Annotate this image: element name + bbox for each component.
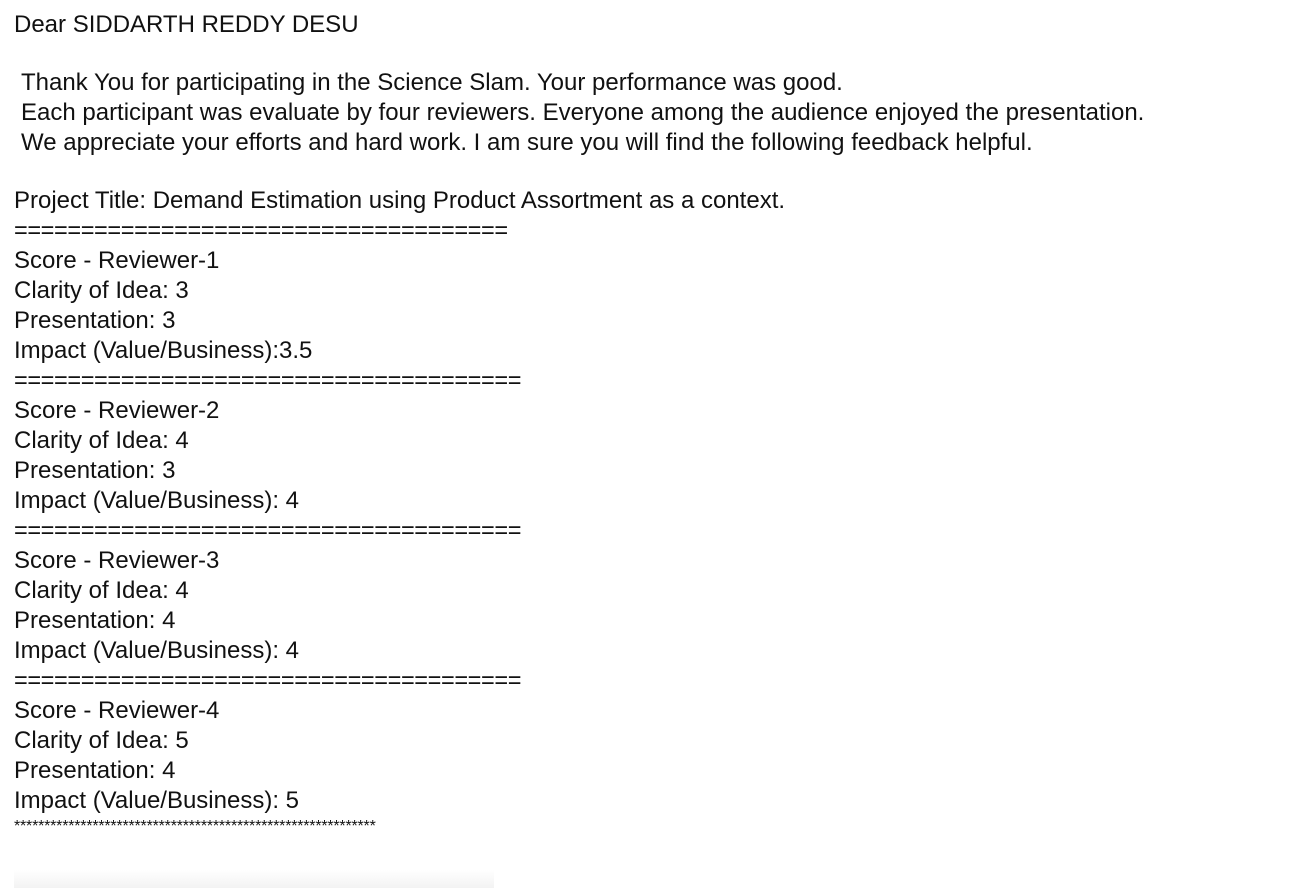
intro-line: Each participant was evaluate by four re…: [21, 99, 1145, 126]
impact-score: Impact (Value/Business):3.5: [14, 337, 313, 364]
impact-score: Impact (Value/Business): 5: [14, 787, 300, 814]
review-block: Score - Reviewer-3 Clarity of Idea: 4 Pr…: [14, 546, 1284, 666]
review-heading: Score - Reviewer-3: [14, 547, 220, 574]
review-heading: Score - Reviewer-4: [14, 697, 220, 724]
review-heading: Score - Reviewer-2: [14, 397, 220, 424]
clarity-score: Clarity of Idea: 3: [14, 277, 189, 304]
project-title: Project Title: Demand Estimation using P…: [14, 187, 786, 214]
review-block: Score - Reviewer-2 Clarity of Idea: 4 Pr…: [14, 396, 1284, 516]
greeting: Dear SIDDARTH REDDY DESU: [14, 11, 359, 38]
presentation-score: Presentation: 4: [14, 757, 176, 784]
intro-paragraph: Thank You for participating in the Scien…: [14, 68, 1284, 158]
intro-line: Thank You for participating in the Scien…: [21, 69, 843, 96]
impact-score: Impact (Value/Business): 4: [14, 637, 300, 664]
review-heading: Score - Reviewer-1: [14, 247, 220, 274]
separator: =====================================: [14, 217, 508, 244]
separator: ======================================: [14, 667, 522, 694]
review-block: Score - Reviewer-1 Clarity of Idea: 3 Pr…: [14, 246, 1284, 366]
separator: ======================================: [14, 367, 522, 394]
clarity-score: Clarity of Idea: 4: [14, 427, 189, 454]
star-separator: ****************************************…: [14, 818, 376, 835]
review-block: Score - Reviewer-4 Clarity of Idea: 5 Pr…: [14, 696, 1284, 816]
intro-line: We appreciate your efforts and hard work…: [21, 129, 1033, 156]
clarity-score: Clarity of Idea: 5: [14, 727, 189, 754]
clarity-score: Clarity of Idea: 4: [14, 577, 189, 604]
separator: ======================================: [14, 517, 522, 544]
presentation-score: Presentation: 4: [14, 607, 176, 634]
faded-footer-strip: [14, 870, 494, 888]
impact-score: Impact (Value/Business): 4: [14, 487, 300, 514]
presentation-score: Presentation: 3: [14, 307, 176, 334]
feedback-document: Dear SIDDARTH REDDY DESU Thank You for p…: [14, 10, 1284, 838]
presentation-score: Presentation: 3: [14, 457, 176, 484]
